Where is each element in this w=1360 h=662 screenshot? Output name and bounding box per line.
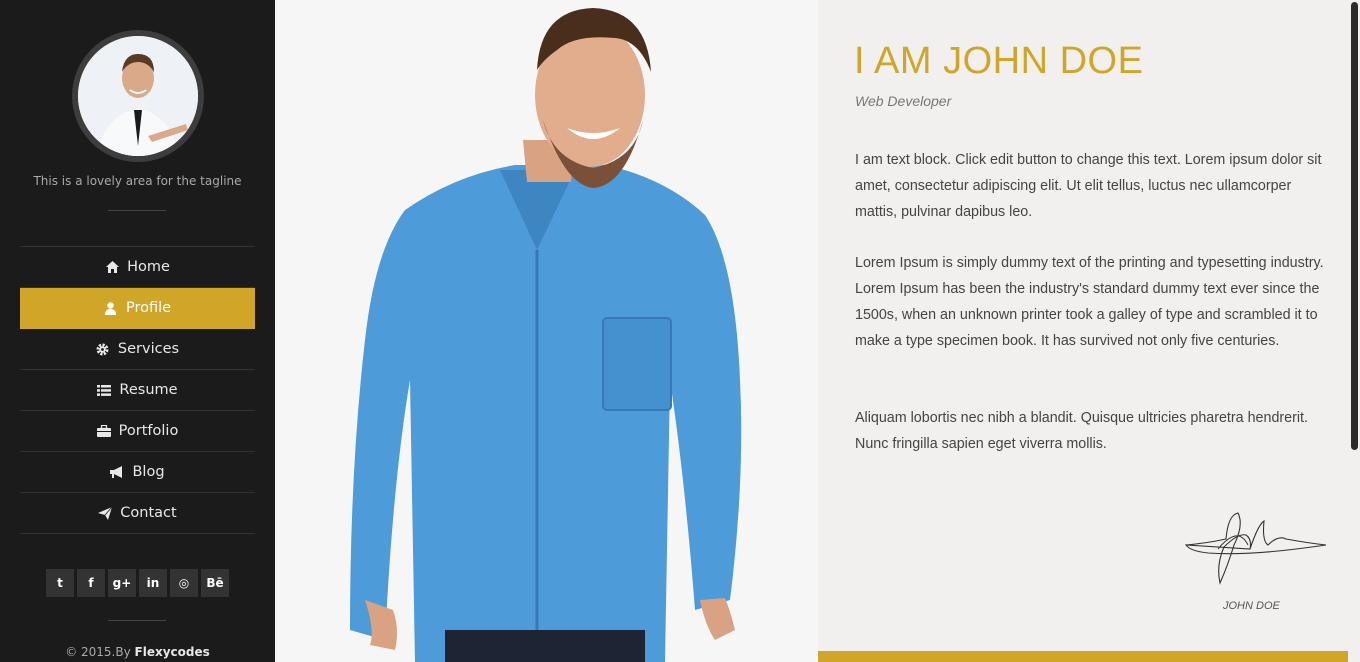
user-icon	[104, 301, 118, 315]
bio-paragraph: I am text block. Click edit button to ch…	[855, 152, 1322, 220]
facebook-icon[interactable]: f	[77, 569, 105, 597]
profile-photo	[275, 0, 818, 662]
nav-label: Contact	[120, 505, 177, 521]
signature-name: JOHN DOE	[1223, 600, 1280, 612]
main-nav: Home Profile Services Resume Portfolio B…	[20, 246, 255, 534]
briefcase-icon	[96, 424, 111, 438]
accent-bar	[818, 651, 1348, 662]
nav-item-services[interactable]: Services	[20, 329, 255, 370]
google-plus-icon[interactable]: g+	[108, 569, 136, 597]
profile-section: I AM JOHN DOE Web Developer I am text bl…	[818, 0, 1348, 662]
nav-item-portfolio[interactable]: Portfolio	[20, 411, 255, 452]
nav-label: Portfolio	[118, 423, 179, 439]
job-title: Web Developer	[855, 93, 952, 109]
copyright-brand-link[interactable]: Flexycodes	[135, 645, 210, 659]
page-title: I AM JOHN DOE	[854, 40, 1144, 82]
divider	[108, 620, 166, 621]
nav-item-blog[interactable]: Blog	[20, 452, 255, 493]
dribbble-icon[interactable]: ◎	[170, 569, 198, 597]
sidebar: This is a lovely area for the tagline Ho…	[0, 0, 275, 662]
avatar	[72, 30, 204, 162]
bio-paragraph: Lorem Ipsum is simply dummy text of the …	[855, 255, 1324, 349]
signature	[1184, 512, 1327, 585]
megaphone-icon	[110, 465, 124, 479]
nav-item-resume[interactable]: Resume	[20, 370, 255, 411]
twitter-icon[interactable]: t	[46, 569, 74, 597]
nav-label: Resume	[119, 382, 178, 398]
nav-item-contact[interactable]: Contact	[20, 493, 255, 534]
bio-paragraph: Aliquam lobortis nec nibh a blandit. Qui…	[855, 410, 1308, 452]
behance-icon[interactable]: Bē	[201, 569, 229, 597]
copyright-text: © 2015.By	[65, 645, 131, 659]
linkedin-icon[interactable]: in	[139, 569, 167, 597]
nav-item-home[interactable]: Home	[20, 247, 255, 288]
social-links: t f g+ in ◎ Bē	[46, 569, 229, 597]
copyright: © 2015.By Flexycodes	[0, 645, 275, 659]
nav-label: Blog	[132, 464, 165, 480]
gear-icon	[96, 342, 110, 356]
nav-label: Profile	[125, 300, 172, 316]
list-icon	[97, 383, 112, 397]
nav-label: Home	[127, 259, 170, 275]
scrollbar-thumb[interactable]	[1351, 2, 1358, 450]
paper-plane-icon	[98, 506, 113, 520]
home-icon	[105, 260, 119, 274]
nav-item-profile[interactable]: Profile	[20, 288, 255, 329]
avatar-photo	[78, 36, 198, 156]
scrollbar[interactable]	[1348, 0, 1360, 662]
nav-label: Services	[117, 341, 180, 357]
tagline: This is a lovely area for the tagline	[33, 174, 242, 188]
divider	[108, 210, 166, 211]
